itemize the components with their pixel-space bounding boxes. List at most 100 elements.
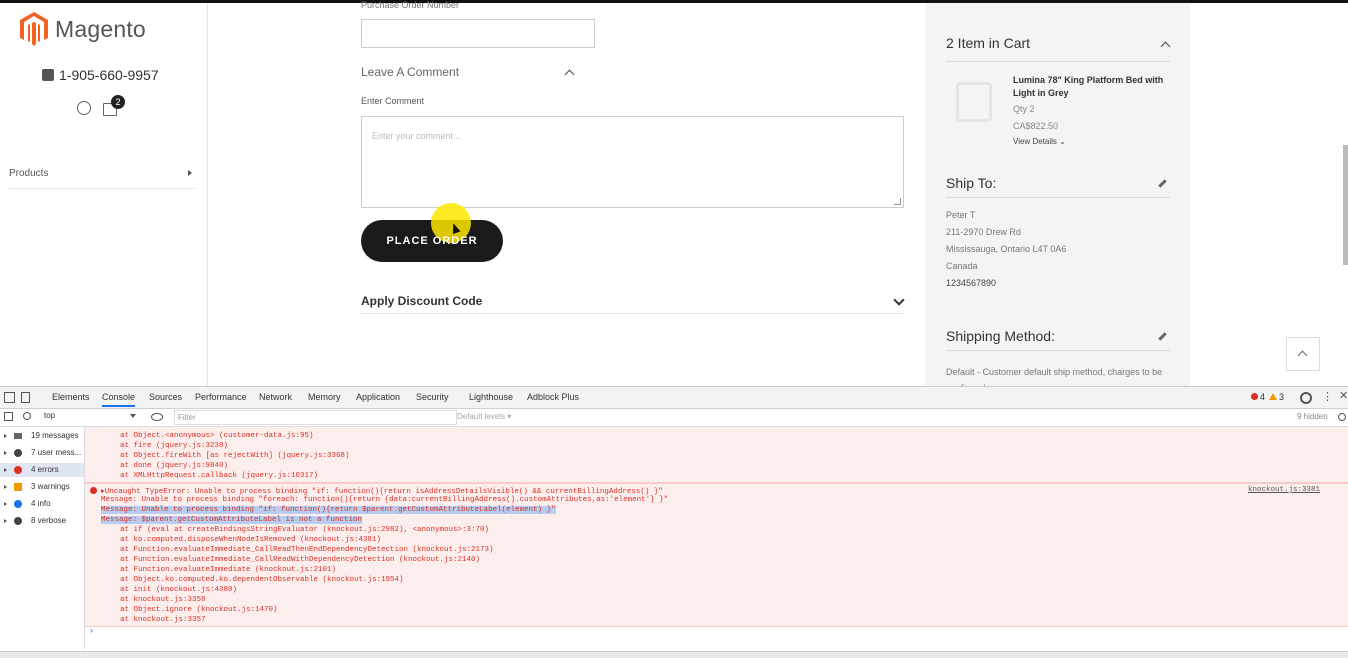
stack-line: at Object.ko.computed.ko.dependentObserv… [120,576,404,584]
error-message-1: at Object.<anonymous> (customer-data.js:… [85,427,1348,483]
inspect-icon[interactable] [4,392,15,403]
address-phone: 1234567890 [946,278,997,288]
tab-memory[interactable]: Memory [308,392,341,402]
tab-sources[interactable]: Sources [149,392,182,402]
settings-gear-icon[interactable] [1300,392,1312,404]
place-order-label: PLACE ORDER [386,235,478,247]
comment-label: Enter Comment [361,96,425,106]
chevron-right-icon [188,170,192,176]
hidden-messages-count: 9 hidden [1297,412,1328,421]
console-toolbar: top Filter Default levels ▾ 9 hidden [0,409,1348,427]
divider [946,350,1170,351]
list-icon [14,433,22,439]
tab-application[interactable]: Application [356,392,400,402]
sidebar-toggle-icon[interactable] [4,412,13,421]
tab-adblock-plus[interactable]: Adblock Plus [527,392,579,402]
source-link[interactable]: knockout.js:3381 [1248,486,1320,494]
phone-icon [42,69,54,81]
po-number-input[interactable] [361,19,595,48]
console-output: at Object.<anonymous> (customer-data.js:… [85,427,1348,627]
user-messages-label: 7 user mess... [31,448,82,457]
error-icon [14,466,22,474]
chevron-up-icon[interactable] [1160,41,1171,52]
devtools-panel: Elements Console Sources Performance Net… [0,386,1348,658]
close-icon[interactable]: ✕ [1339,389,1348,402]
chevron-up-icon[interactable] [564,69,575,80]
stack-line: at Object.<anonymous> (customer-data.js:… [120,432,314,440]
tab-console[interactable]: Console [102,392,136,407]
phone-text: 1-905-660-9957 [59,67,159,83]
tab-network[interactable]: Network [259,392,292,402]
address-name: Peter T [946,210,976,220]
account-icon[interactable] [77,101,91,115]
error-line-selected: Message: $parent.getCustomAttributeLabel… [101,516,363,524]
phone-number[interactable]: 1-905-660-9957 [42,67,159,83]
stack-line: at knockout.js:3357 [120,616,206,624]
address-country: Canada [946,261,978,271]
edit-pencil-icon[interactable] [1158,179,1167,188]
address-city: Mississauga, Ontario L4T 0A6 [946,244,1067,254]
page-scrollbar[interactable] [1343,145,1348,265]
info-label: 4 info [31,499,51,508]
error-line-selected: Message: Unable to process binding "if: … [101,506,556,514]
verbose-label: 8 verbose [31,516,67,525]
info-icon [14,500,22,508]
error-line: Message: Unable to process binding "fore… [101,496,669,504]
view-details-label: View Details [1013,137,1057,146]
live-expression-eye-icon[interactable] [151,413,163,421]
error-count: 4 [1260,392,1266,402]
console-filter-input[interactable]: Filter [174,410,457,425]
edit-pencil-icon[interactable] [1158,332,1167,341]
sidebar-item-warnings[interactable]: 3 warnings [0,480,84,494]
comment-textarea[interactable]: Enter your comment... [361,116,904,208]
sidebar-item-user-messages[interactable]: 7 user mess... [0,446,84,460]
comment-section-title[interactable]: Leave A Comment [361,65,459,79]
sidebar-item-errors[interactable]: 4 errors [0,463,84,477]
cart-count-badge: 2 [111,95,125,109]
sidebar-item-info[interactable]: 4 info [0,497,84,511]
magento-logo-icon [20,12,48,46]
address-street: 211-2970 Drew Rd [946,227,1021,237]
shipping-method-title: Shipping Method: [946,328,1055,344]
log-levels-dropdown[interactable]: Default levels ▾ [457,412,511,421]
console-settings-icon[interactable] [1338,413,1346,421]
scroll-to-top-button[interactable] [1286,337,1320,371]
tab-lighthouse[interactable]: Lighthouse [469,392,513,402]
stack-line: at Object.fireWith [as rejectWith] (jque… [120,452,350,460]
items-in-cart-title[interactable]: 2 Item in Cart [946,35,1030,51]
clear-console-icon[interactable] [23,412,31,420]
brand-name: Magento [55,15,146,42]
chevron-down-icon[interactable] [893,294,905,306]
warning-icon [14,483,22,491]
console-prompt[interactable]: › [90,625,93,635]
resize-handle-icon[interactable] [894,198,901,205]
tab-elements[interactable]: Elements [52,392,90,402]
magento-logo[interactable]: Magento [19,11,146,47]
sidebar-item-products[interactable]: Products [9,168,195,189]
levels-label: Default levels [457,412,506,421]
chevron-up-icon [1297,350,1308,361]
product-name: Lumina 78" King Platform Bed with Light … [1013,75,1164,98]
product-price: CA$822.50 [1013,121,1059,131]
error-summary[interactable]: ▸Uncaught TypeError: Unable to process b… [101,486,663,496]
warning-icon [1269,393,1278,400]
stack-line: at XMLHttpRequest.callback (jquery.js:10… [120,472,319,480]
context-select[interactable]: top [44,411,136,423]
verbose-icon [14,517,22,525]
stack-line: at done (jquery.js:9840) [120,462,229,470]
stack-line: at Function.evaluateImmediate_CallReadWi… [120,556,481,564]
discount-section-title[interactable]: Apply Discount Code [361,294,482,308]
error-icon [90,487,97,494]
tab-security[interactable]: Security [416,392,449,402]
more-options-icon[interactable]: ⋮ [1322,390,1333,403]
messages-label: 19 messages [31,431,79,440]
view-details-link[interactable]: View Details ⌄ [1013,137,1066,146]
shipping-method-text: Default - Customer default ship method, … [946,367,1163,386]
issue-counter[interactable]: 43 [1251,392,1284,402]
stack-line: at knockout.js:3358 [120,596,206,604]
stack-line: at Object.ignore (knockout.js:1470) [120,606,278,614]
tab-performance[interactable]: Performance [195,392,247,402]
sidebar-item-verbose[interactable]: 8 verbose [0,514,84,528]
device-toggle-icon[interactable] [21,392,30,403]
sidebar-item-messages[interactable]: 19 messages [0,429,84,443]
